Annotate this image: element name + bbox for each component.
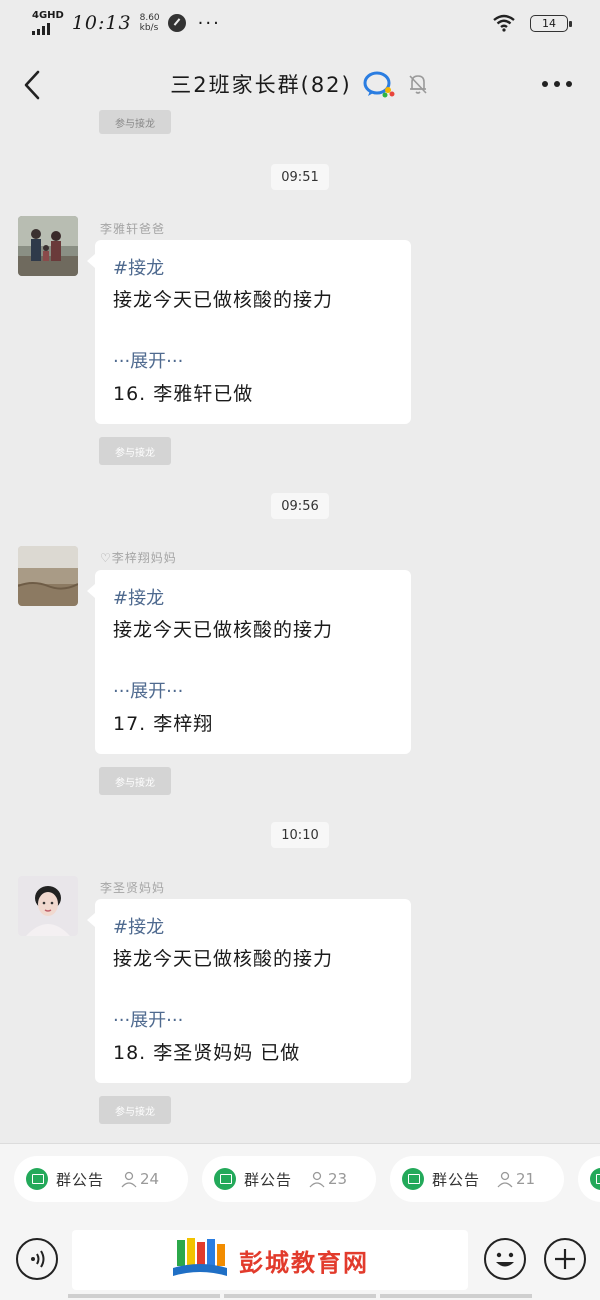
speed-gauge-icon — [167, 14, 186, 32]
chip-count: 24 — [120, 1170, 159, 1188]
chip-count-value: 23 — [328, 1170, 348, 1188]
chain-title: 接龙今天已做核酸的接力 — [113, 619, 334, 641]
back-arrow-icon[interactable] — [18, 68, 48, 102]
chip-count-value: 21 — [516, 1170, 536, 1188]
sender-name: ♡李梓翔妈妈 — [100, 551, 177, 565]
avatar[interactable] — [18, 546, 78, 606]
bottom-panel: 群公告 24 群公告 23 群公告 21 彭城教育网 — [0, 1143, 600, 1300]
chain-entry: 17. 李梓翔 — [113, 713, 214, 735]
watermark-text: 彭城教育网 — [239, 1247, 369, 1277]
megaphone-icon — [214, 1168, 236, 1190]
chip-count: 23 — [308, 1170, 347, 1188]
join-chain-button[interactable]: 参与接龙 — [99, 1096, 171, 1124]
book-logo-icon — [173, 1238, 227, 1276]
expand-link[interactable]: ···展开··· — [113, 346, 393, 378]
more-notifications: ··· — [197, 12, 221, 34]
battery-icon: 14 — [530, 14, 572, 32]
wifi-icon — [493, 14, 515, 32]
join-chain-button[interactable]: 参与接龙 — [99, 110, 171, 134]
megaphone-icon — [590, 1168, 600, 1190]
group-title[interactable]: 三2班家长群(82) — [170, 69, 351, 99]
chain-tag: #接龙 — [113, 917, 165, 938]
expand-link[interactable]: ···展开··· — [113, 676, 393, 708]
chain-tag: #接龙 — [113, 588, 165, 609]
avatar[interactable] — [18, 216, 78, 276]
chain-message-bubble[interactable]: #接龙 接龙今天已做核酸的接力 ···展开··· 16. 李雅轩已做 — [87, 240, 411, 424]
avatar[interactable] — [18, 876, 78, 936]
chain-tag: #接龙 — [113, 258, 165, 279]
speed-value: 8.60 — [139, 13, 160, 23]
group-notice-chip[interactable]: 群公告 24 — [14, 1156, 188, 1202]
chain-entry: 16. 李雅轩已做 — [113, 383, 254, 405]
clock: 10:13 — [71, 12, 132, 34]
join-chain-button[interactable]: 参与接龙 — [99, 767, 171, 795]
join-chain-button[interactable]: 参与接龙 — [99, 437, 171, 465]
sender-name: 李圣贤妈妈 — [100, 881, 166, 895]
megaphone-icon — [26, 1168, 48, 1190]
network-speed: 8.60 kb/s — [140, 13, 160, 33]
status-bar: 4GHD 10:13 8.60 kb/s ··· 14 — [0, 0, 600, 46]
network-type: 4GHD — [32, 10, 64, 21]
chat-header: 三2班家长群(82) — [0, 46, 600, 122]
person-icon — [309, 1171, 325, 1188]
person-icon — [497, 1171, 513, 1188]
avatar-photo — [18, 546, 78, 606]
avatar-photo — [18, 876, 78, 936]
chip-label: 群公告 — [56, 1170, 105, 1189]
more-icon[interactable] — [540, 74, 574, 94]
notice-chip-row: 群公告 24 群公告 23 群公告 21 — [14, 1156, 600, 1204]
group-notice-chip[interactable] — [578, 1156, 600, 1202]
chip-label: 群公告 — [244, 1170, 293, 1189]
chip-count: 21 — [496, 1170, 535, 1188]
chain-message-bubble[interactable]: #接龙 接龙今天已做核酸的接力 ···展开··· 18. 李圣贤妈妈 已做 — [87, 899, 411, 1083]
voice-icon[interactable] — [16, 1238, 58, 1280]
message-input[interactable]: 彭城教育网 — [72, 1230, 468, 1290]
input-row: 彭城教育网 — [0, 1228, 600, 1290]
chain-title: 接龙今天已做核酸的接力 — [113, 948, 334, 970]
signal-bars-icon — [32, 23, 50, 35]
speed-unit: kb/s — [139, 23, 159, 33]
chip-label: 群公告 — [432, 1170, 481, 1189]
avatar-photo — [18, 216, 78, 276]
timestamp: 09:56 — [271, 493, 329, 519]
plus-icon[interactable] — [544, 1238, 586, 1280]
mute-bell-icon[interactable] — [406, 72, 430, 96]
chat-group-icon[interactable] — [362, 70, 396, 98]
megaphone-icon — [402, 1168, 424, 1190]
person-icon — [121, 1171, 137, 1188]
group-notice-chip[interactable]: 群公告 21 — [390, 1156, 564, 1202]
signal-indicator: 4GHD — [32, 11, 64, 35]
timestamp: 10:10 — [271, 822, 329, 848]
expand-link[interactable]: ···展开··· — [113, 1005, 393, 1037]
chain-title: 接龙今天已做核酸的接力 — [113, 289, 334, 311]
timestamp: 09:51 — [271, 164, 329, 190]
chain-message-bubble[interactable]: #接龙 接龙今天已做核酸的接力 ···展开··· 17. 李梓翔 — [87, 570, 411, 754]
group-notice-chip[interactable]: 群公告 23 — [202, 1156, 376, 1202]
battery-level: 14 — [542, 16, 556, 30]
chain-entry: 18. 李圣贤妈妈 已做 — [113, 1042, 301, 1064]
gesture-bar — [0, 1294, 600, 1300]
emoji-icon[interactable] — [484, 1238, 526, 1280]
chip-count-value: 24 — [140, 1170, 160, 1188]
sender-name: 李雅轩爸爸 — [100, 222, 166, 236]
